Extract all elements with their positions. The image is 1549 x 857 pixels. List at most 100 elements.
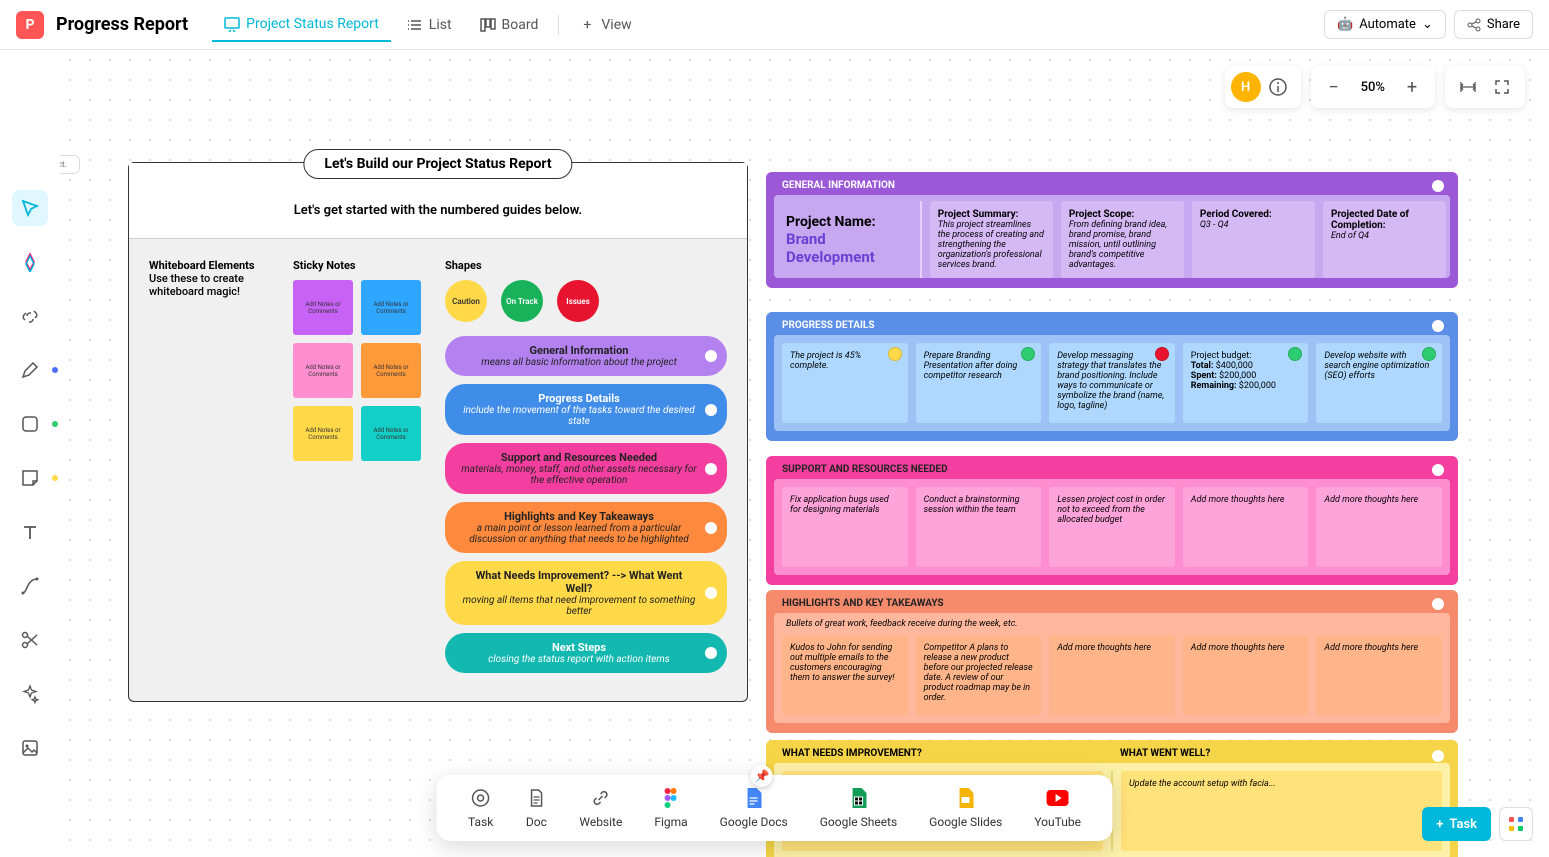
shapes-heading: Shapes bbox=[445, 259, 727, 272]
panel-support-resources[interactable]: SUPPORT AND RESOURCES NEEDED Fix applica… bbox=[766, 456, 1458, 585]
project-name-cell: Project Name: Brand Development bbox=[778, 201, 912, 278]
sticky-sample[interactable]: Add Notes or Comments bbox=[361, 280, 421, 335]
project-summary-cell: Project Summary:This project streamlines… bbox=[930, 201, 1053, 278]
sticky-note[interactable]: Add more thoughts here bbox=[1183, 487, 1309, 567]
went-well-header: WHAT WENT WELL? bbox=[1112, 744, 1450, 763]
sticky-note[interactable]: Add more thoughts here bbox=[1316, 487, 1442, 567]
sticky-note[interactable]: The project is 45% complete. bbox=[782, 343, 908, 423]
user-avatar[interactable]: H bbox=[1231, 72, 1261, 102]
section-bar[interactable]: Highlights and Key Takeawaysa main point… bbox=[445, 502, 727, 553]
plus-icon: + bbox=[1436, 817, 1443, 832]
sticky-note[interactable]: Kudos to John for sending out multiple e… bbox=[782, 635, 908, 715]
tool-diagram[interactable] bbox=[12, 244, 48, 280]
board-icon bbox=[480, 17, 496, 33]
instructions-panel[interactable]: Let's Build our Project Status Report Le… bbox=[128, 162, 748, 702]
sticky-sample[interactable]: Add Notes or Comments bbox=[293, 280, 353, 335]
sticky-note[interactable]: Add more thoughts here bbox=[1183, 635, 1309, 715]
panel-general-information[interactable]: GENERAL INFORMATION Project Name: Brand … bbox=[766, 172, 1458, 288]
dock-google-sheets[interactable]: Google Sheets bbox=[820, 787, 897, 829]
panel-header: HIGHLIGHTS AND KEY TAKEAWAYS bbox=[774, 594, 1450, 613]
dock-doc[interactable]: Doc bbox=[525, 787, 547, 829]
pin-icon[interactable]: 📌 bbox=[751, 765, 773, 787]
completion-date-cell: Projected Date of Completion:End of Q4 bbox=[1323, 201, 1446, 278]
figma-icon bbox=[660, 787, 682, 809]
section-bar[interactable]: Support and Resources Neededmaterials, m… bbox=[445, 443, 727, 494]
share-button[interactable]: Share bbox=[1454, 10, 1533, 39]
dock-figma[interactable]: Figma bbox=[654, 787, 687, 829]
tab-label: Project Status Report bbox=[246, 16, 379, 32]
tab-add-view[interactable]: + View bbox=[567, 9, 643, 41]
panel-header: PROGRESS DETAILS bbox=[774, 316, 1450, 335]
tab-label: Board bbox=[502, 17, 539, 33]
panel-highlights[interactable]: HIGHLIGHTS AND KEY TAKEAWAYS Bullets of … bbox=[766, 590, 1458, 733]
zoom-controls: − 50% + bbox=[1311, 66, 1435, 108]
sticky-note[interactable]: Develop website with search engine optim… bbox=[1316, 343, 1442, 423]
dock-google-docs[interactable]: Google Docs bbox=[720, 787, 788, 829]
tab-board[interactable]: Board bbox=[468, 9, 551, 41]
apps-button[interactable] bbox=[1499, 807, 1533, 841]
status-circle[interactable]: Issues bbox=[557, 280, 599, 322]
section-bar[interactable]: Progress Detailsinclude the movement of … bbox=[445, 384, 727, 435]
tool-connector[interactable] bbox=[12, 568, 48, 604]
tool-sticky[interactable] bbox=[12, 460, 48, 496]
left-toolbar bbox=[0, 50, 60, 857]
sticky-sample[interactable]: Add Notes or Comments bbox=[361, 343, 421, 398]
dock-youtube[interactable]: YouTube bbox=[1034, 787, 1081, 829]
sticky-note[interactable]: Conduct a brainstorming session within t… bbox=[916, 487, 1042, 567]
whiteboard-icon bbox=[224, 16, 240, 32]
sticky-note[interactable]: Competitor A plans to release a new prod… bbox=[916, 635, 1042, 715]
plus-icon: + bbox=[579, 17, 595, 33]
tool-text[interactable] bbox=[12, 514, 48, 550]
status-circle[interactable]: On Track bbox=[501, 280, 543, 322]
sticky-notes-heading: Sticky Notes bbox=[293, 259, 421, 272]
tool-ai[interactable] bbox=[12, 676, 48, 712]
tool-scissors[interactable] bbox=[12, 622, 48, 658]
automate-button[interactable]: 🤖 Automate ⌄ bbox=[1324, 10, 1446, 39]
app-title: Progress Report bbox=[56, 14, 188, 35]
tool-pen[interactable] bbox=[12, 352, 48, 388]
section-bar[interactable]: General Informationmeans all basic infor… bbox=[445, 336, 727, 376]
view-tabs: Project Status Report List Board + View bbox=[212, 8, 644, 42]
improvement-header: WHAT NEEDS IMPROVEMENT? bbox=[774, 744, 1112, 763]
dock-website[interactable]: Website bbox=[579, 787, 622, 829]
panel-header: GENERAL INFORMATION bbox=[774, 176, 1450, 195]
sticky-note[interactable]: Add more thoughts here bbox=[1316, 635, 1442, 715]
tab-list[interactable]: List bbox=[395, 9, 464, 41]
sticky-sample[interactable]: Add Notes or Comments bbox=[293, 343, 353, 398]
tool-link[interactable] bbox=[12, 298, 48, 334]
offscreen-element: g a ct. bbox=[60, 155, 80, 174]
tool-select[interactable] bbox=[12, 190, 48, 226]
tool-image[interactable] bbox=[12, 730, 48, 766]
period-covered-cell: Period Covered:Q3 - Q4 bbox=[1192, 201, 1315, 278]
fullscreen-button[interactable] bbox=[1485, 70, 1519, 104]
dock-task[interactable]: Task bbox=[468, 787, 493, 829]
canvas[interactable]: H − 50% + g a ct. Let's Build our Projec… bbox=[60, 50, 1549, 857]
sticky-note-samples: Add Notes or CommentsAdd Notes or Commen… bbox=[293, 280, 421, 461]
section-bar[interactable]: Next Stepsclosing the status report with… bbox=[445, 633, 727, 673]
sticky-note[interactable]: Fix application bugs used for designing … bbox=[782, 487, 908, 567]
sticky-note[interactable]: Update the account setup with facia... bbox=[1121, 771, 1442, 851]
panel-progress-details[interactable]: PROGRESS DETAILS The project is 45% comp… bbox=[766, 312, 1458, 441]
sticky-sample[interactable]: Add Notes or Comments bbox=[361, 406, 421, 461]
tool-shape[interactable] bbox=[12, 406, 48, 442]
info-icon[interactable] bbox=[1261, 70, 1295, 104]
sticky-sample[interactable]: Add Notes or Comments bbox=[293, 406, 353, 461]
header: P Progress Report Project Status Report … bbox=[0, 0, 1549, 50]
panel-title: Let's Build our Project Status Report bbox=[303, 149, 572, 179]
sticky-note[interactable]: Prepare Branding Presentation after doin… bbox=[916, 343, 1042, 423]
status-circles: Caution On Track Issues bbox=[445, 280, 727, 322]
zoom-in-button[interactable]: + bbox=[1395, 70, 1429, 104]
tab-project-status-report[interactable]: Project Status Report bbox=[212, 8, 391, 42]
status-circle[interactable]: Caution bbox=[445, 280, 487, 322]
doc-icon bbox=[525, 787, 547, 809]
gdocs-icon bbox=[743, 787, 765, 809]
section-bar[interactable]: What Needs Improvement? --> What Went We… bbox=[445, 561, 727, 625]
sticky-note[interactable]: Develop messaging strategy that translat… bbox=[1049, 343, 1175, 423]
sticky-note[interactable]: Lessen project cost in order not to exce… bbox=[1049, 487, 1175, 567]
sticky-note[interactable]: Project budget:Total: $400,000Spent: $20… bbox=[1183, 343, 1309, 423]
zoom-out-button[interactable]: − bbox=[1317, 70, 1351, 104]
add-task-button[interactable]: +Task bbox=[1422, 807, 1491, 841]
sticky-note[interactable]: Add more thoughts here bbox=[1049, 635, 1175, 715]
fit-width-button[interactable] bbox=[1451, 70, 1485, 104]
dock-google-slides[interactable]: Google Slides bbox=[929, 787, 1002, 829]
